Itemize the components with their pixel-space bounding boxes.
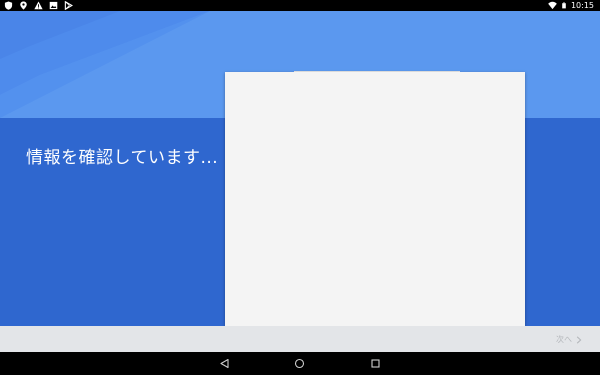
chevron-right-icon xyxy=(576,335,582,344)
next-label: 次へ xyxy=(556,335,572,344)
system-status-icons: 10:15 xyxy=(548,0,594,11)
recents-button[interactable] xyxy=(370,358,381,369)
setup-screen: 情報を確認しています... xyxy=(0,11,600,326)
system-navigation-bar xyxy=(0,352,600,375)
page-title: 情報を確認しています... xyxy=(26,148,219,168)
bottom-nav-bar: 次へ xyxy=(0,326,600,352)
wifi-icon xyxy=(548,1,557,10)
home-circle-icon xyxy=(294,358,305,369)
back-triangle-icon xyxy=(220,358,229,369)
clock: 10:15 xyxy=(570,1,594,10)
next-button[interactable]: 次へ xyxy=(556,333,582,346)
back-button[interactable] xyxy=(219,358,230,369)
recents-square-icon xyxy=(371,359,380,368)
play-store-icon xyxy=(64,1,73,10)
shield-icon xyxy=(4,1,13,10)
warning-icon xyxy=(34,1,43,10)
notification-icons xyxy=(4,1,73,10)
content-card xyxy=(225,72,525,326)
home-button[interactable] xyxy=(294,358,305,369)
image-icon xyxy=(49,1,58,10)
location-icon xyxy=(20,1,27,10)
status-bar: 10:15 xyxy=(0,0,600,11)
battery-icon xyxy=(562,2,566,9)
